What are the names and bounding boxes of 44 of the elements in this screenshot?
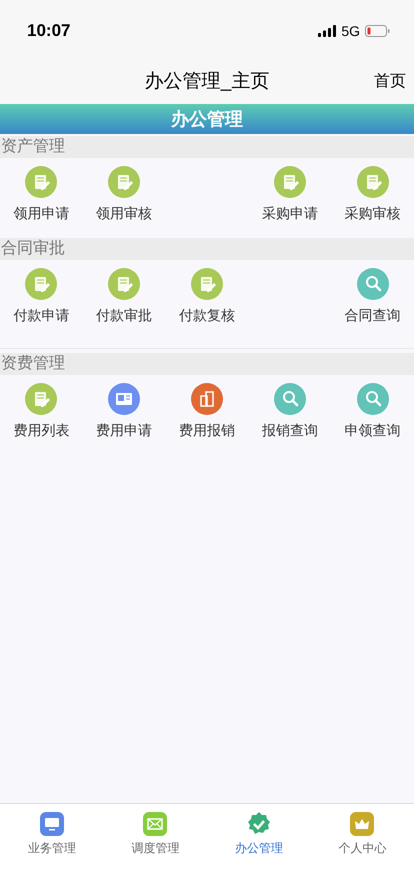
menu-item[interactable]: 合同查询 (331, 268, 414, 326)
menu-item[interactable]: 付款审批 (82, 268, 166, 326)
crown-icon (350, 812, 374, 836)
monitor-icon (40, 812, 64, 836)
status-time: 10:07 (27, 20, 70, 42)
page-title: 办公管理_主页 (144, 70, 270, 94)
menu-item[interactable]: 报销查询 (248, 383, 332, 441)
tab-bar-item[interactable]: 业务管理 (0, 812, 104, 857)
menu-item[interactable]: 费用申请 (82, 383, 166, 441)
tab-bar-item[interactable]: 个人中心 (310, 812, 414, 857)
menu-item[interactable]: 领用申请 (0, 166, 83, 224)
network-label: 5G (341, 22, 360, 40)
edit-icon (25, 383, 58, 415)
section-title: 资产管理 (0, 136, 65, 157)
menu-item[interactable]: 付款申请 (0, 268, 83, 326)
search-icon (274, 383, 306, 415)
section-title: 资费管理 (0, 354, 65, 374)
menu-item[interactable]: 领用审核 (82, 166, 166, 224)
menu-item[interactable]: 付款复核 (166, 268, 248, 326)
search-icon (356, 268, 389, 300)
envelope-icon (143, 812, 168, 836)
tab-bar-item[interactable]: 办公管理 (207, 812, 310, 857)
home-link[interactable]: 首页 (374, 70, 406, 94)
check-badge-icon (246, 812, 271, 836)
signal-icon (318, 25, 336, 37)
menu-item[interactable]: 申领查询 (331, 383, 414, 441)
edit-icon (356, 166, 389, 198)
banner-title: 办公管理 (171, 108, 243, 130)
search-icon (356, 383, 389, 415)
edit-icon (274, 166, 306, 198)
edit-icon (25, 268, 58, 300)
edit-icon (108, 166, 140, 198)
documents-icon (190, 383, 223, 415)
id-card-icon (108, 383, 140, 415)
tab-bar-item[interactable]: 调度管理 (104, 812, 207, 857)
edit-icon (190, 268, 223, 300)
battery-icon (365, 25, 390, 37)
menu-item[interactable]: 费用列表 (0, 383, 83, 441)
menu-item[interactable]: 采购申请 (248, 166, 332, 224)
section-title: 合同审批 (0, 238, 65, 259)
edit-icon (25, 166, 58, 198)
edit-icon (108, 268, 140, 300)
menu-item[interactable]: 采购审核 (331, 166, 414, 224)
menu-item[interactable]: 费用报销 (166, 383, 248, 441)
